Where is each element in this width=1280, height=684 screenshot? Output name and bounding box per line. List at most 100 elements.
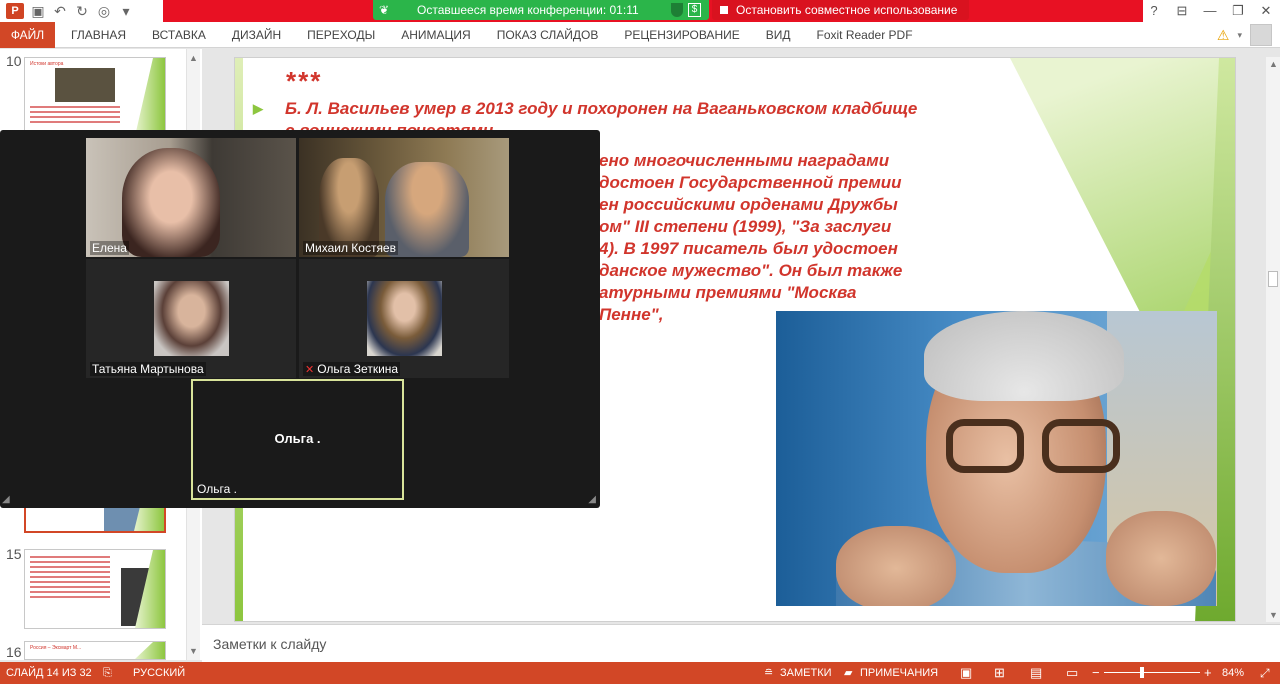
participant-tile[interactable]: Михаил Костяев: [299, 138, 509, 257]
powerpoint-logo: P: [6, 3, 24, 19]
language-indicator[interactable]: РУССКИЙ: [133, 662, 185, 684]
dollar-icon[interactable]: $: [688, 3, 701, 17]
tab-review[interactable]: РЕЦЕНЗИРОВАНИЕ: [611, 22, 752, 48]
present-icon[interactable]: ◎: [96, 3, 112, 20]
participant-name: Михаил Костяев: [303, 241, 398, 255]
tab-home[interactable]: ГЛАВНАЯ: [58, 22, 139, 48]
slide-thumbnail[interactable]: Истоки автора: [24, 57, 166, 137]
scroll-down-icon[interactable]: ▼: [189, 646, 198, 656]
normal-view-icon[interactable]: ▣: [960, 662, 972, 684]
resize-grip-icon[interactable]: ◢: [2, 494, 10, 505]
notes-icon: ≘: [764, 667, 774, 679]
slideshow-icon[interactable]: ▭: [1066, 662, 1078, 684]
conference-banner: ❦ Оставшееся время конференции: 01:11 $ …: [163, 0, 1143, 22]
spellcheck-icon[interactable]: ⎘: [103, 662, 112, 684]
avatar[interactable]: [1250, 24, 1272, 46]
participant-video: [367, 281, 442, 356]
zoom-out-button[interactable]: −: [1092, 662, 1100, 684]
restore-icon[interactable]: ❐: [1224, 0, 1252, 22]
portrait-hand: [1106, 511, 1216, 606]
active-participant-center-name: Ольга .: [274, 431, 321, 446]
slide-thumbnail[interactable]: [24, 549, 166, 629]
mic-off-icon: ✕: [305, 364, 315, 376]
ribbon-display-icon[interactable]: ⊟: [1168, 0, 1196, 22]
video-conference-panel[interactable]: Елена Михаил Костяев Татьяна Мартынова ✕…: [0, 130, 600, 508]
undo-icon[interactable]: ↶: [52, 3, 68, 20]
zoom-in-button[interactable]: +: [1204, 662, 1212, 684]
notes-toggle[interactable]: ЗАМЕТКИ: [780, 662, 832, 684]
slide-line: данское мужество". Он был также: [599, 261, 903, 280]
shield-icon: [671, 3, 683, 17]
fit-slide-icon[interactable]: ⤢: [1260, 662, 1270, 684]
slide-scrollbar[interactable]: ▲ ▼: [1266, 57, 1280, 622]
thumbnail-title: Истоки автора: [30, 61, 64, 67]
slide-line: достоен Государственной премии: [599, 173, 902, 192]
slide-stars: ***: [285, 66, 322, 96]
slide-line: ено многочисленными наградами: [599, 151, 890, 170]
slide-line: ом" III степени (1999), "За заслуги: [599, 217, 892, 236]
tab-insert[interactable]: ВСТАВКА: [139, 22, 219, 48]
bullet-icon: ▶: [253, 101, 263, 116]
zoom-slider[interactable]: [1104, 672, 1200, 673]
ribbon-tabs: ФАЙЛ ГЛАВНАЯ ВСТАВКА ДИЗАЙН ПЕРЕХОДЫ АНИ…: [0, 22, 1280, 48]
warning-icon[interactable]: ⚠: [1217, 27, 1230, 44]
thumbnail-number: 10: [6, 53, 22, 69]
portrait-hair: [924, 311, 1124, 401]
slide-sorter-icon[interactable]: ⊞: [994, 662, 1005, 684]
portrait-hand: [836, 526, 956, 606]
participant-name: Татьяна Мартынова: [90, 362, 206, 376]
participant-name-muted: ✕ Ольга Зеткина: [303, 362, 401, 376]
quick-access-toolbar: P ▣ ↶ ↻ ◎ ▾: [0, 0, 134, 22]
participant-tile[interactable]: Елена: [86, 138, 296, 257]
comments-toggle[interactable]: ПРИМЕЧАНИЯ: [860, 662, 938, 684]
slide-thumbnail[interactable]: Россия – Эксмарт М...: [24, 641, 166, 660]
tab-file[interactable]: ФАЙЛ: [0, 22, 55, 48]
portrait-glasses: [946, 419, 1121, 475]
participant-name: Елена: [90, 241, 129, 255]
thumbnail-number: 15: [6, 546, 22, 562]
thumbnail-decoration: [135, 642, 165, 659]
conference-timer: ❦ Оставшееся время конференции: 01:11 $: [373, 0, 709, 20]
help-icon[interactable]: ?: [1140, 0, 1168, 22]
scroll-thumb[interactable]: [1268, 271, 1278, 287]
thumbnail-decoration: [135, 58, 165, 136]
tab-transitions[interactable]: ПЕРЕХОДЫ: [294, 22, 388, 48]
zoom-slider-thumb[interactable]: [1140, 667, 1144, 678]
slide-line: 4). В 1997 писатель был удостоен: [599, 239, 898, 258]
participant-name: Ольга .: [197, 482, 237, 496]
account-dropdown-icon[interactable]: ▾: [1237, 30, 1242, 41]
scroll-up-icon[interactable]: ▲: [189, 53, 198, 63]
notes-placeholder: Заметки к слайду: [213, 636, 327, 652]
slide-line: ен российскими орденами Дружбы: [599, 195, 898, 214]
thumbnail-title: Россия – Эксмарт М...: [30, 645, 82, 651]
stop-icon: [720, 6, 728, 14]
zoom-level[interactable]: 84%: [1222, 662, 1244, 684]
active-participant-tile[interactable]: Ольга . Ольга .: [191, 379, 404, 500]
tab-animations[interactable]: АНИМАЦИЯ: [388, 22, 483, 48]
customize-qat-icon[interactable]: ▾: [118, 3, 134, 20]
participant-tile[interactable]: Татьяна Мартынова: [86, 259, 296, 378]
stop-share-button[interactable]: Остановить совместное использование: [712, 0, 970, 20]
status-bar: СЛАЙД 14 ИЗ 32 ⎘ РУССКИЙ ≘ ЗАМЕТКИ ▰ ПРИ…: [0, 662, 1280, 684]
tab-slideshow[interactable]: ПОКАЗ СЛАЙДОВ: [484, 22, 612, 48]
window-controls: ? ⊟ — ❐ ✕: [1140, 0, 1280, 22]
scroll-up-icon[interactable]: ▲: [1269, 59, 1278, 69]
author-portrait[interactable]: [776, 311, 1217, 606]
tab-foxit[interactable]: Foxit Reader PDF: [804, 22, 926, 48]
resize-grip-icon[interactable]: ◢: [588, 494, 596, 505]
minimize-icon[interactable]: —: [1196, 0, 1224, 22]
close-icon[interactable]: ✕: [1252, 0, 1280, 22]
tab-design[interactable]: ДИЗАЙН: [219, 22, 294, 48]
tab-view[interactable]: ВИД: [753, 22, 804, 48]
slide-notes-pane[interactable]: Заметки к слайду: [202, 624, 1280, 662]
redo-icon[interactable]: ↻: [74, 3, 90, 20]
conference-timer-text: Оставшееся время конференции: 01:11: [417, 3, 639, 17]
participant-tile[interactable]: ✕ Ольга Зеткина: [299, 259, 509, 378]
stop-share-label: Остановить совместное использование: [736, 3, 958, 17]
reading-view-icon[interactable]: ▤: [1030, 662, 1042, 684]
thumbnail-number: 16: [6, 644, 22, 660]
slide-counter: СЛАЙД 14 ИЗ 32: [6, 667, 92, 679]
scroll-down-icon[interactable]: ▼: [1269, 610, 1278, 620]
participant-face: [122, 148, 220, 257]
save-icon[interactable]: ▣: [30, 3, 46, 20]
